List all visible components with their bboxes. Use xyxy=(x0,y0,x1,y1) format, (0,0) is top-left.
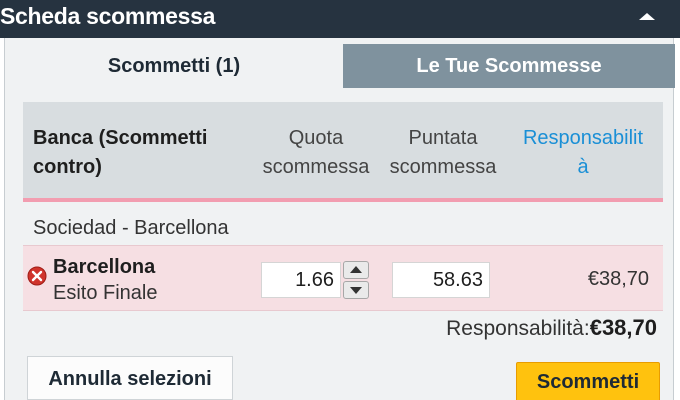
betslip-panel: Scommetti (1) Le Tue Scommesse Banca (Sc… xyxy=(4,38,675,400)
total-liability: Responsabilità:€38,70 xyxy=(446,314,657,343)
remove-circle-icon[interactable] xyxy=(27,266,47,286)
odds-stepper xyxy=(343,261,369,299)
betslip-header: Scheda scommessa xyxy=(0,0,680,38)
column-header-stake: Puntata scommessa xyxy=(389,127,497,178)
column-header-liability[interactable]: Responsabilit à xyxy=(513,124,653,182)
selection-market: Esito Finale xyxy=(53,282,158,304)
total-liability-label: Responsabilità: xyxy=(446,317,590,340)
selection-row: Barcellona Esito Finale 1.66 58.63 €38,7… xyxy=(23,245,663,311)
place-bet-button[interactable]: Scommetti xyxy=(516,362,660,400)
bet-table-header: Banca (Scommetti contro) Quota scommessa… xyxy=(23,102,663,202)
column-header-selection: Banca (Scommetti contro) xyxy=(33,127,208,178)
tab-my-bets[interactable]: Le Tue Scommesse xyxy=(343,44,675,88)
event-name: Sociedad - Barcellona xyxy=(33,217,229,239)
total-liability-value: €38,70 xyxy=(589,315,657,340)
arrow-up-icon[interactable] xyxy=(343,261,369,279)
bet-table: Banca (Scommetti contro) Quota scommessa… xyxy=(23,102,663,311)
odds-input[interactable]: 1.66 xyxy=(261,262,341,298)
betslip-tabs: Scommetti (1) Le Tue Scommesse xyxy=(5,38,675,88)
stake-input[interactable]: 58.63 xyxy=(392,262,490,298)
cancel-selections-button[interactable]: Annulla selezioni xyxy=(27,356,233,400)
arrow-down-icon[interactable] xyxy=(343,281,369,299)
selection-name: Barcellona xyxy=(53,256,156,278)
tab-place-bets[interactable]: Scommetti (1) xyxy=(5,44,343,88)
chevron-up-icon[interactable] xyxy=(636,8,658,24)
betslip-title: Scheda scommessa xyxy=(0,3,216,29)
selection-liability: €38,70 xyxy=(587,268,649,290)
column-header-odds: Quota scommessa xyxy=(262,127,370,178)
